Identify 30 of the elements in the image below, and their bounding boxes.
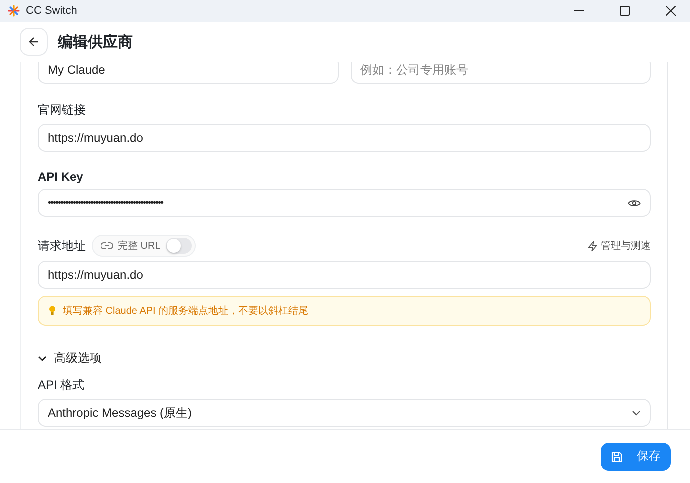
back-button[interactable] bbox=[20, 28, 48, 56]
manage-speed-test-link[interactable]: 管理与测速 bbox=[588, 239, 651, 253]
advanced-options-toggle[interactable]: 高级选项 bbox=[38, 350, 102, 367]
api-key-input[interactable]: •••••••••••••••••••••••••••••••••••••••••••••• bbox=[38, 189, 651, 217]
field-label: 请求地址 bbox=[38, 238, 86, 254]
lightbulb-icon bbox=[49, 306, 56, 316]
input-field[interactable]: My Claude bbox=[38, 62, 338, 84]
maximize-icon[interactable] bbox=[620, 6, 630, 16]
api-format-select[interactable]: Anthropic Messages (原生) bbox=[38, 399, 651, 427]
field-label: API Key bbox=[38, 170, 84, 184]
field-label: 官网链接 bbox=[38, 102, 87, 119]
save-icon bbox=[611, 450, 623, 462]
input-field[interactable]: 例如：公司专用账号 bbox=[350, 62, 651, 84]
save-button[interactable]: 保存 bbox=[601, 442, 671, 470]
field-label: API 格式 bbox=[38, 377, 86, 394]
toggle-switch[interactable] bbox=[166, 238, 192, 254]
endpoint-input[interactable]: https://muyuan.do bbox=[38, 261, 651, 289]
eye-icon[interactable] bbox=[628, 198, 641, 208]
toggle-label: 完整 URL bbox=[118, 240, 161, 253]
chevron-down-icon bbox=[632, 410, 641, 416]
close-icon[interactable] bbox=[666, 6, 676, 16]
link-icon bbox=[101, 242, 113, 250]
hint-text: 填写兼容 Claude API 的服务端点地址，不要以斜杠结尾 bbox=[63, 304, 309, 318]
website-input[interactable]: https://muyuan.do bbox=[38, 124, 651, 152]
app-logo-icon bbox=[8, 5, 20, 17]
arrow-left-icon bbox=[28, 36, 40, 48]
window-title: CC Switch bbox=[26, 5, 78, 17]
lightning-icon bbox=[588, 240, 598, 252]
page-title: 编辑供应商 bbox=[58, 32, 133, 52]
chevron-icon bbox=[38, 356, 47, 362]
